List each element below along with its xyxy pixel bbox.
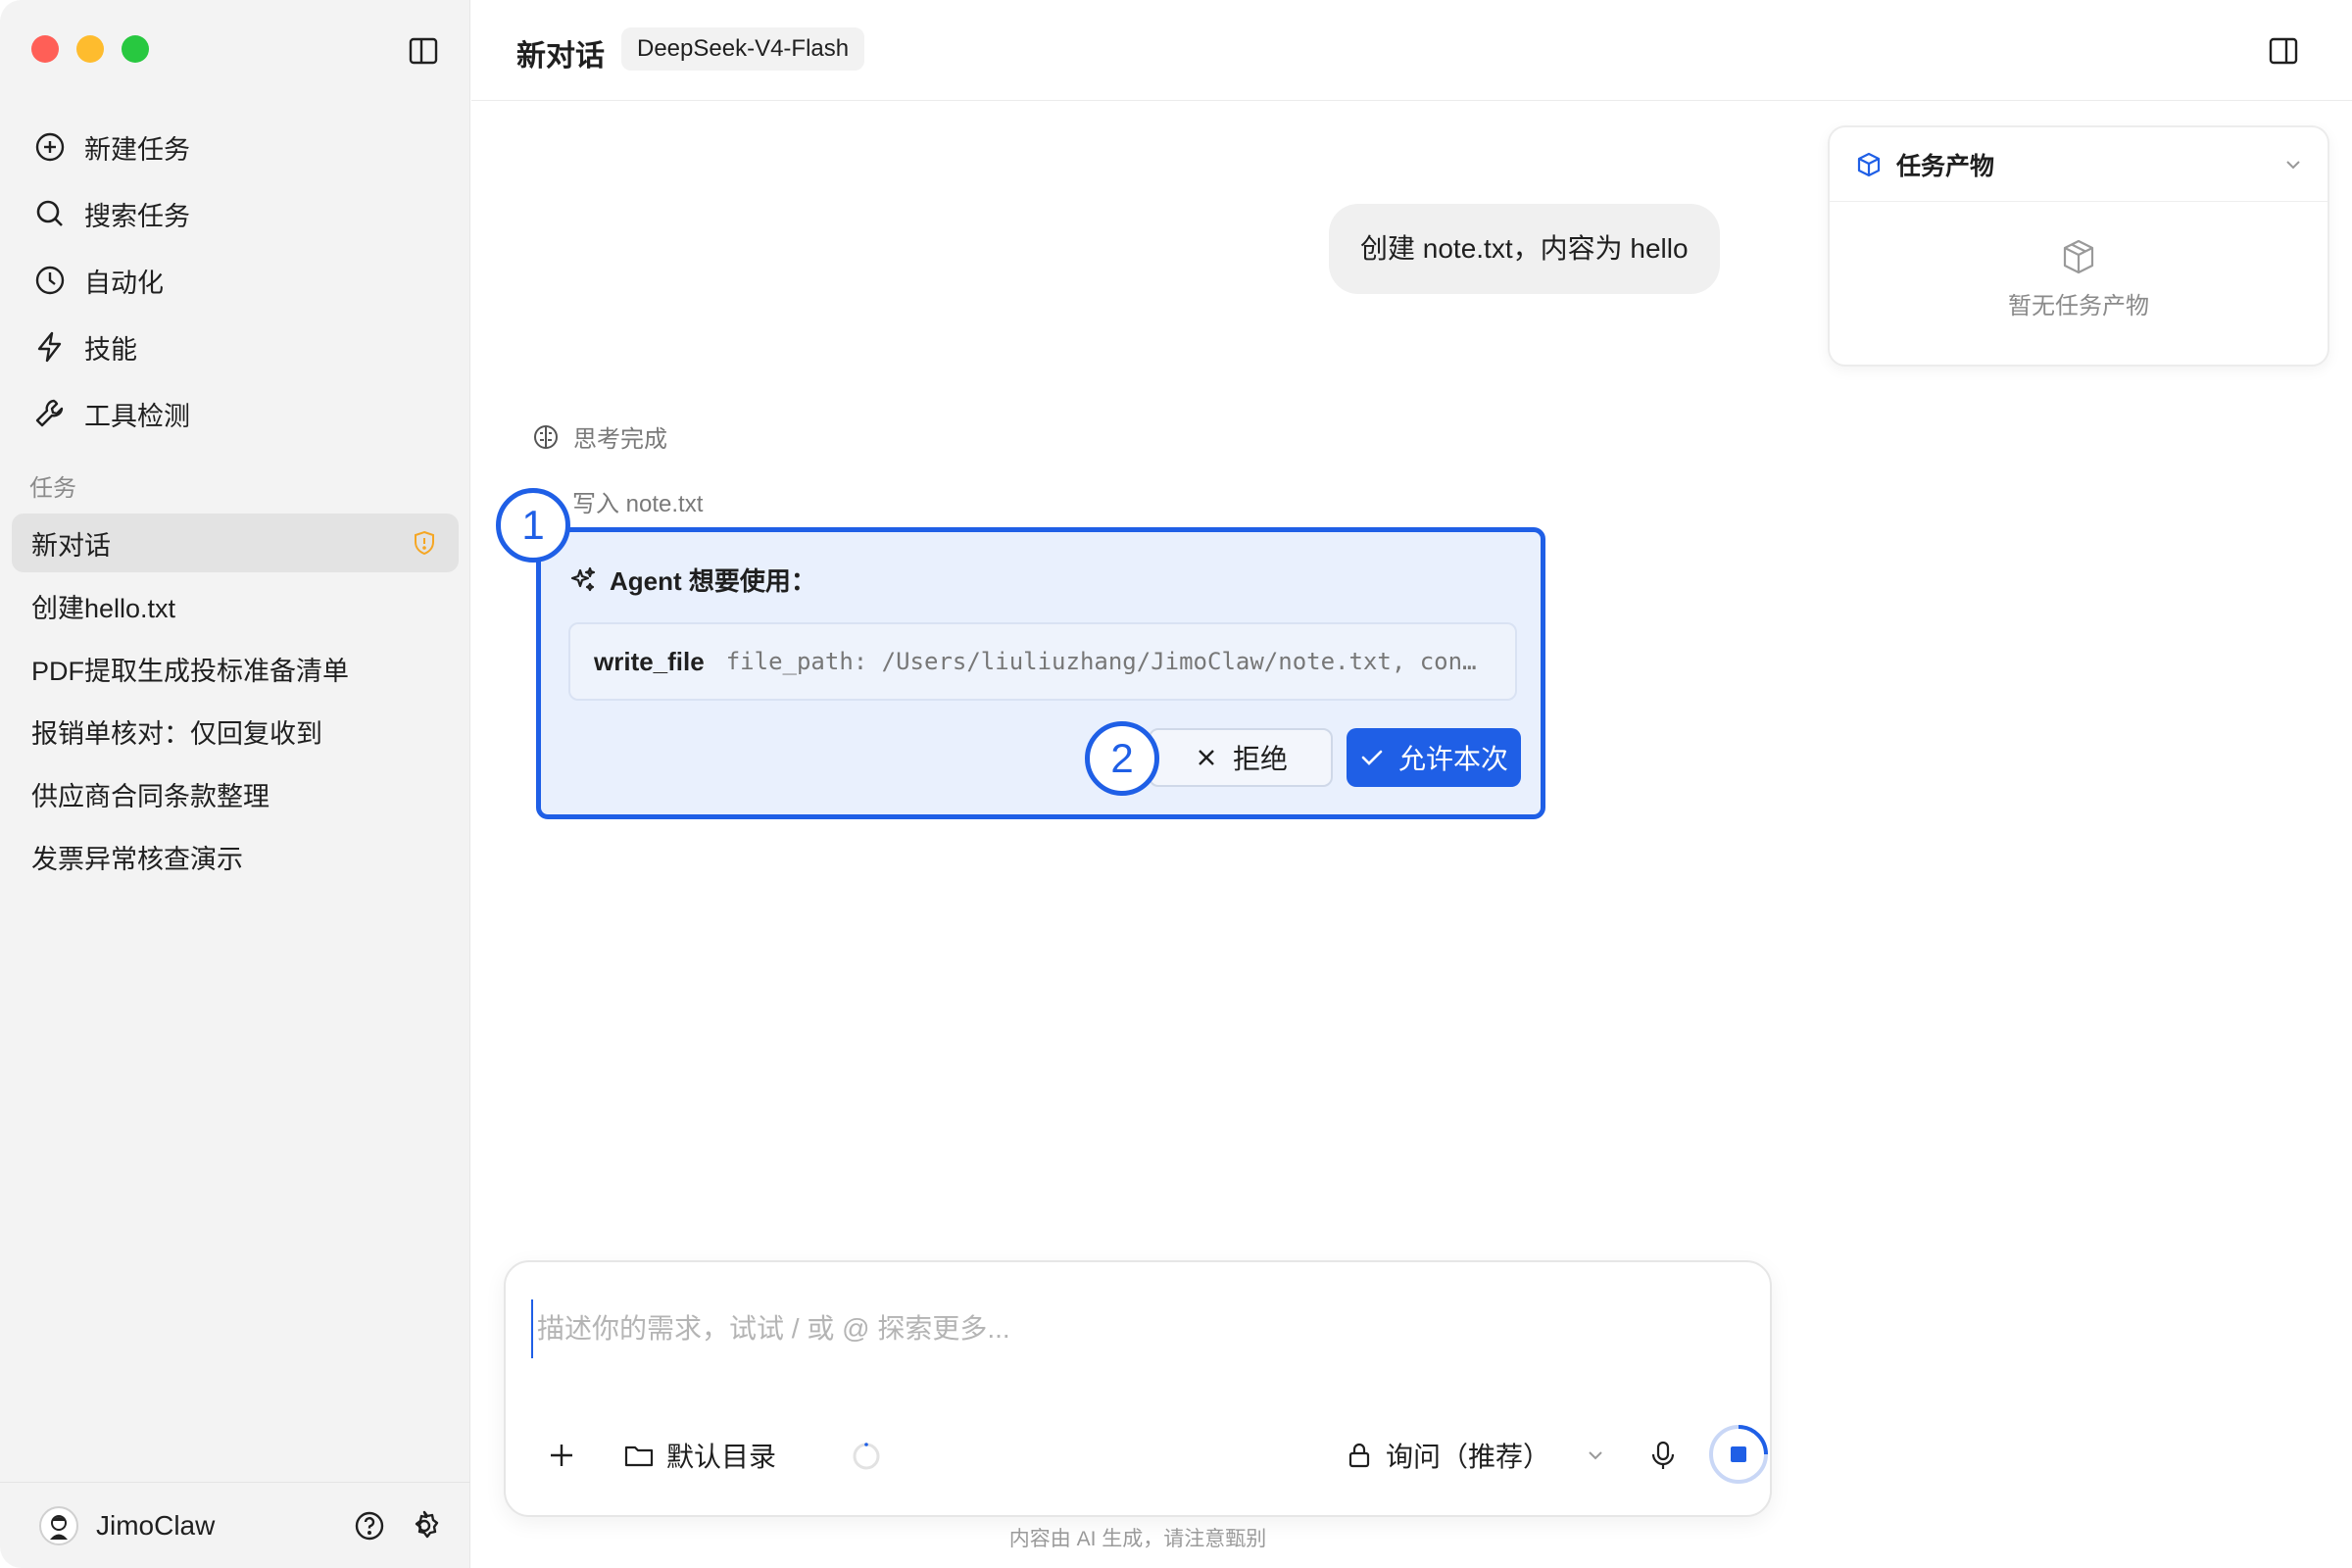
artifacts-empty-text: 暂无任务产物 (2008, 293, 2149, 319)
task-item[interactable]: 报销单核对：仅回复收到 (12, 702, 459, 760)
check-icon (1361, 750, 1383, 765)
task-item[interactable]: PDF提取生成投标准备清单 (12, 639, 459, 698)
folder-icon (624, 1446, 654, 1467)
close-window-button[interactable] (31, 35, 59, 63)
task-item[interactable]: 创建hello.txt (12, 576, 459, 635)
chevron-down-icon (1589, 1451, 1602, 1460)
model-badge[interactable]: DeepSeek-V4-Flash (621, 27, 865, 71)
top-bar: 新对话 DeepSeek-V4-Flash (471, 0, 2352, 101)
nav-skills[interactable]: 技能 (33, 314, 445, 380)
search-icon (36, 200, 63, 226)
nav-label: 新建任务 (84, 134, 190, 165)
maximize-window-button[interactable] (122, 35, 149, 63)
help-icon[interactable] (353, 1509, 386, 1543)
sparkle-icon (570, 566, 596, 591)
artifacts-title: 任务产物 (1896, 152, 1995, 180)
microphone-icon[interactable] (1646, 1439, 1680, 1472)
nav-new-task[interactable]: 新建任务 (33, 114, 445, 180)
task-label: 新对话 (31, 530, 111, 561)
task-item[interactable]: 发票异常核查演示 (12, 827, 459, 886)
shield-warning-icon (415, 530, 434, 556)
close-icon (1199, 750, 1214, 765)
window-controls (31, 35, 149, 63)
user-avatar-icon (50, 1514, 68, 1540)
task-item[interactable]: 供应商合同条款整理 (12, 764, 459, 823)
stop-generation-button[interactable] (1707, 1423, 1770, 1486)
artifacts-empty-state: 暂无任务产物 (1830, 202, 2328, 320)
tool-call-box: write_file file_path: /Users/liuliuzhang… (568, 622, 1517, 701)
cube-icon (1857, 152, 1881, 176)
sidebar: 新建任务 搜索任务 自动化 技能 工具检测 任务 新对话 创建hello.txt… (0, 0, 470, 1568)
reject-button[interactable]: 拒绝 (1149, 728, 1333, 787)
artifacts-header[interactable]: 任务产物 (1830, 127, 2328, 202)
nav-label: 自动化 (84, 268, 164, 298)
cube-empty-icon (2063, 239, 2094, 274)
ai-disclaimer: 内容由 AI 生成，请注意甄别 (1008, 1528, 1267, 1550)
sidebar-nav: 新建任务 搜索任务 自动化 技能 工具检测 (33, 114, 445, 447)
nav-search-task[interactable]: 搜索任务 (33, 180, 445, 247)
thinking-status[interactable]: 思考完成 (532, 419, 667, 454)
avatar[interactable] (39, 1505, 78, 1545)
nav-tool-check[interactable]: 工具检测 (33, 380, 445, 447)
agent-request-title: Agent 想要使用： (610, 566, 816, 596)
allow-label: 允许本次 (1397, 744, 1508, 774)
nav-automation[interactable]: 自动化 (33, 247, 445, 314)
task-label: 创建hello.txt (31, 593, 176, 623)
annotation-marker-2: 2 (1085, 721, 1159, 796)
main-panel: 新对话 DeepSeek-V4-Flash 创建 note.txt，内容为 he… (471, 0, 2352, 1568)
task-item-active[interactable]: 新对话 (12, 514, 459, 572)
message-composer: 默认目录 询问（推荐） (504, 1260, 1772, 1517)
annotation-marker-1: 1 (496, 488, 570, 563)
tool-name: write_file (594, 646, 705, 676)
allow-once-button[interactable]: 允许本次 (1347, 728, 1521, 787)
task-list: 新对话 创建hello.txt PDF提取生成投标准备清单 报销单核对：仅回复收… (12, 514, 459, 890)
agent-request-header: Agent 想要使用： (568, 562, 816, 598)
task-label: 报销单核对：仅回复收到 (31, 718, 322, 749)
task-label: PDF提取生成投标准备清单 (31, 656, 349, 686)
task-label: 供应商合同条款整理 (31, 781, 270, 811)
page-title: 新对话 (516, 40, 605, 73)
tasks-section-title: 任务 (29, 475, 76, 502)
chevron-down-icon (2286, 160, 2300, 169)
clock-icon (35, 266, 65, 295)
nav-label: 搜索任务 (84, 201, 190, 231)
task-label: 发票异常核查演示 (31, 844, 243, 874)
artifacts-panel: 任务产物 暂无任务产物 (1828, 125, 2329, 367)
sidebar-footer: JimoClaw (0, 1482, 470, 1568)
lock-icon (1348, 1443, 1370, 1468)
permission-mode-selector[interactable]: 询问（推荐） (1345, 1431, 1607, 1480)
gear-icon[interactable] (408, 1509, 441, 1543)
sidebar-toggle-icon[interactable] (408, 35, 439, 67)
lightning-icon (37, 331, 62, 363)
tool-arguments: file_path: /Users/liuliuzhang/JimoClaw/n… (725, 648, 1477, 675)
message-input[interactable] (531, 1299, 1746, 1358)
loading-spinner-icon (853, 1443, 880, 1470)
plus-icon[interactable] (545, 1439, 578, 1472)
agent-permission-card: Agent 想要使用： write_file file_path: /Users… (536, 527, 1545, 819)
wrench-icon (35, 399, 64, 427)
minimize-window-button[interactable] (76, 35, 104, 63)
right-panel-toggle-icon[interactable] (2268, 35, 2299, 67)
directory-selector[interactable]: 默认目录 (623, 1431, 776, 1480)
permission-mode-label: 询问（推荐） (1386, 1442, 1551, 1472)
write-file-label: 写入 note.txt (572, 491, 704, 517)
thinking-label: 思考完成 (573, 426, 667, 453)
user-message-bubble: 创建 note.txt，内容为 hello (1329, 204, 1720, 294)
plus-circle-icon (35, 132, 65, 162)
nav-label: 工具检测 (84, 401, 190, 431)
user-name: JimoClaw (96, 1509, 216, 1541)
brain-icon (534, 424, 558, 449)
app-window: 新建任务 搜索任务 自动化 技能 工具检测 任务 新对话 创建hello.txt… (0, 0, 2352, 1568)
directory-label: 默认目录 (666, 1442, 777, 1472)
nav-label: 技能 (84, 334, 137, 365)
reject-label: 拒绝 (1232, 744, 1288, 774)
